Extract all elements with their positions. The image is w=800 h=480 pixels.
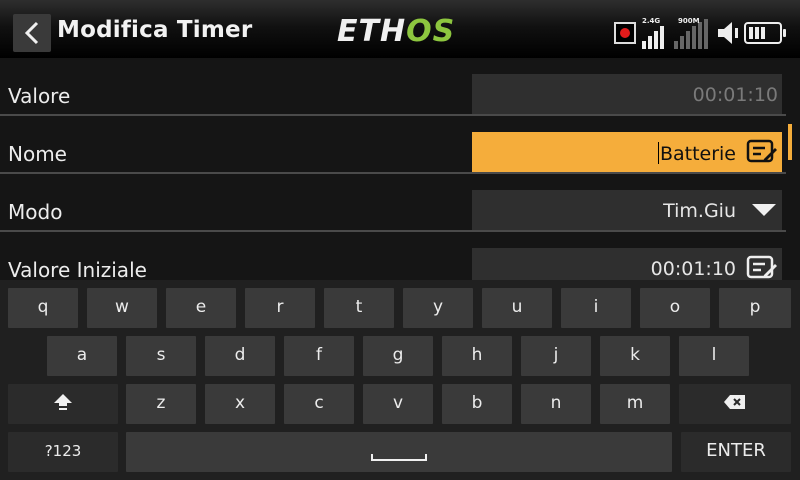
key-v[interactable]: v xyxy=(363,384,433,424)
header-bar: Modifica Timer ETHOS 2.4G 900M xyxy=(0,0,800,58)
key-s[interactable]: s xyxy=(126,336,196,376)
key-h[interactable]: h xyxy=(442,336,512,376)
key-t[interactable]: t xyxy=(324,288,394,328)
chevron-left-icon xyxy=(24,21,39,45)
key-r[interactable]: r xyxy=(245,288,315,328)
signal-900m-label: 900M xyxy=(678,17,700,25)
key-e[interactable]: e xyxy=(166,288,236,328)
symbols-key[interactable]: ?123 xyxy=(8,432,118,472)
key-m[interactable]: m xyxy=(600,384,670,424)
on-screen-keyboard: q w e r t y u i o p a s d f g h j k l z … xyxy=(0,280,800,480)
edit-icon[interactable] xyxy=(746,139,778,165)
enter-key[interactable]: ENTER xyxy=(681,432,791,472)
key-g[interactable]: g xyxy=(363,336,433,376)
space-key[interactable] xyxy=(126,432,672,472)
shift-icon xyxy=(54,394,72,410)
modo-label: Modo xyxy=(8,200,63,224)
nome-value: Batterie xyxy=(659,143,736,165)
key-p[interactable]: p xyxy=(719,288,791,328)
edit-icon[interactable] xyxy=(746,255,778,280)
key-x[interactable]: x xyxy=(205,384,275,424)
record-icon xyxy=(614,22,636,44)
signal-2g4-label: 2.4G xyxy=(642,17,661,25)
key-j[interactable]: j xyxy=(521,336,591,376)
valore-iniziale-value: 00:01:10 xyxy=(650,258,736,280)
text-cursor xyxy=(657,142,659,164)
valore-label: Valore xyxy=(8,84,71,108)
status-area: 2.4G 900M xyxy=(614,16,790,50)
key-f[interactable]: f xyxy=(284,336,354,376)
row-modo: Modo Tim.Giu xyxy=(0,174,786,232)
chevron-down-icon xyxy=(752,204,776,216)
key-w[interactable]: w xyxy=(87,288,157,328)
valore-iniziale-field[interactable]: 00:01:10 xyxy=(472,248,782,280)
valore-value: 00:01:10 xyxy=(692,84,778,106)
nome-label: Nome xyxy=(8,142,67,166)
speaker-icon xyxy=(718,22,738,44)
valore-field: 00:01:10 xyxy=(472,74,782,114)
ethos-logo: ETHOS xyxy=(337,14,456,49)
key-i[interactable]: i xyxy=(561,288,631,328)
modo-value: Tim.Giu xyxy=(663,200,736,222)
key-d[interactable]: d xyxy=(205,336,275,376)
key-c[interactable]: c xyxy=(284,384,354,424)
signal-900m-icon: 900M xyxy=(674,17,714,49)
row-valore: Valore 00:01:10 xyxy=(0,58,786,116)
key-y[interactable]: y xyxy=(403,288,473,328)
signal-2g4-icon: 2.4G xyxy=(642,17,668,49)
key-o[interactable]: o xyxy=(640,288,710,328)
key-n[interactable]: n xyxy=(521,384,591,424)
battery-icon xyxy=(744,22,786,44)
key-b[interactable]: b xyxy=(442,384,512,424)
row-valore-iniziale: Valore Iniziale 00:01:10 xyxy=(0,232,786,280)
key-l[interactable]: l xyxy=(679,336,749,376)
backspace-icon xyxy=(724,395,745,409)
shift-key[interactable] xyxy=(8,384,118,424)
valore-iniziale-label: Valore Iniziale xyxy=(8,258,147,280)
modo-dropdown[interactable]: Tim.Giu xyxy=(472,190,782,230)
nome-input[interactable]: Batterie xyxy=(472,132,782,172)
key-z[interactable]: z xyxy=(126,384,196,424)
timer-form: Valore 00:01:10 Nome Batterie Modo Tim.G… xyxy=(0,58,800,280)
space-icon xyxy=(371,454,427,461)
key-k[interactable]: k xyxy=(600,336,670,376)
key-u[interactable]: u xyxy=(482,288,552,328)
backspace-key[interactable] xyxy=(679,384,791,424)
row-nome: Nome Batterie xyxy=(0,116,786,174)
back-button[interactable] xyxy=(13,14,51,52)
key-q[interactable]: q xyxy=(8,288,78,328)
key-a[interactable]: a xyxy=(47,336,117,376)
scrollbar[interactable] xyxy=(788,124,792,160)
page-title: Modifica Timer xyxy=(57,17,253,43)
